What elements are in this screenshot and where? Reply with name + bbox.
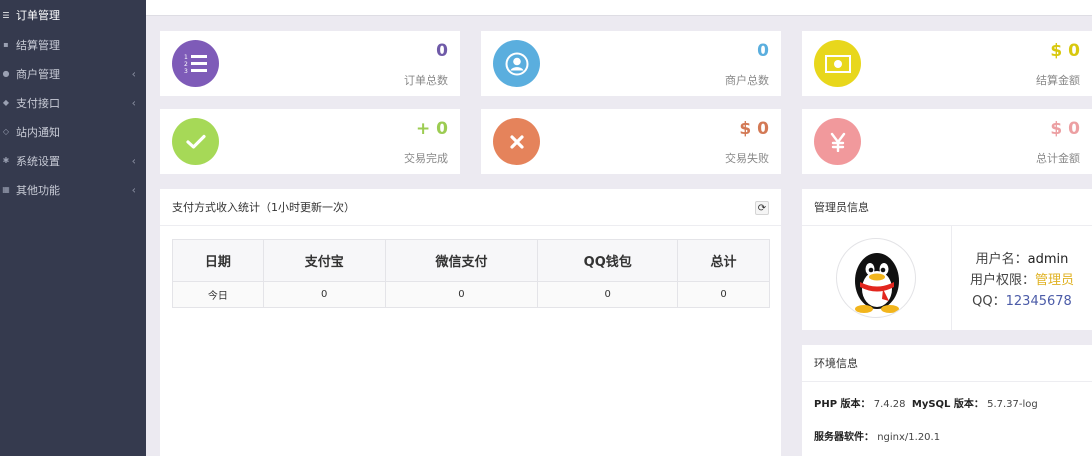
- php-label: PHP 版本：: [814, 399, 871, 410]
- admin-qq: QQ：12345678: [952, 290, 1092, 309]
- env-versions: PHP 版本： 7.4.28 MySQL 版本： 5.7.37-log: [814, 395, 1038, 410]
- env-panel: 环境信息 PHP 版本： 7.4.28 MySQL 版本： 5.7.37-log…: [802, 345, 1092, 456]
- table-row: 今日 0 0 0 0: [172, 281, 770, 308]
- column-header: 支付宝: [262, 239, 386, 282]
- panel-title: 环境信息: [814, 357, 858, 370]
- money-icon: [814, 40, 861, 87]
- admin-role: 用户权限：管理员: [952, 269, 1092, 288]
- sidebar-item-notice[interactable]: ◇ 站内通知: [0, 117, 146, 146]
- svg-text:1: 1: [184, 54, 188, 61]
- panel-title: 管理员信息: [814, 201, 869, 214]
- mysql-label: MySQL 版本：: [911, 399, 984, 410]
- avatar: [836, 238, 916, 318]
- stat-value: 0: [757, 41, 769, 61]
- bell-icon: ◇: [2, 127, 10, 136]
- admin-body: 用户名：admin 用户权限：管理员 QQ：12345678: [802, 226, 1092, 330]
- gear-icon: ✱: [2, 156, 10, 165]
- plug-icon: ◆: [2, 98, 10, 107]
- role-label: 用户权限：: [969, 273, 1035, 288]
- chevron-left-icon: ‹: [131, 96, 136, 109]
- mysql-value: 5.7.37-log: [987, 399, 1038, 410]
- qq-label: QQ：: [972, 294, 1006, 309]
- grid-icon: ▦: [2, 185, 10, 194]
- env-server: 服务器软件： nginx/1.20.1: [814, 428, 940, 443]
- sidebar-item-system[interactable]: ✱ 系统设置 ‹: [0, 146, 146, 175]
- sidebar-item-label: 支付接口: [16, 96, 60, 110]
- user-circle-icon: [493, 40, 540, 87]
- wallet-icon: ▪: [3, 40, 9, 49]
- admin-panel: 管理员信息 用户名：admin 用户权限：管理员 QQ：12345678: [802, 189, 1092, 330]
- stat-value: + 0: [416, 119, 448, 139]
- stat-label: 订单总数: [404, 74, 448, 87]
- income-panel-header: 支付方式收入统计（1小时更新一次） ⟳: [160, 189, 781, 226]
- stat-value: $ 0: [1050, 41, 1080, 61]
- stat-label: 总计金额: [1036, 152, 1080, 165]
- table-cell: 0: [677, 281, 770, 308]
- panel-title: 支付方式收入统计（1小时更新一次）: [172, 201, 355, 214]
- env-panel-header: 环境信息: [802, 345, 1092, 382]
- list-icon: ☰: [2, 10, 10, 20]
- stat-label: 商户总数: [725, 74, 769, 87]
- ordered-list-icon: 1 2 3: [172, 40, 219, 87]
- svg-text:3: 3: [184, 68, 188, 75]
- refresh-icon[interactable]: ⟳: [755, 201, 769, 215]
- sidebar-item-label: 其他功能: [16, 183, 60, 197]
- income-panel: 支付方式收入统计（1小时更新一次） ⟳ 日期 支付宝 微信支付 QQ钱包 总计 …: [160, 189, 781, 456]
- table-cell: 0: [384, 281, 539, 308]
- server-label: 服务器软件：: [814, 432, 874, 443]
- sidebar-item-settlement[interactable]: ▪ 结算管理: [0, 30, 146, 59]
- check-icon: [172, 118, 219, 165]
- sidebar-item-other[interactable]: ▦ 其他功能 ‹: [0, 175, 146, 204]
- sidebar-item-label: 站内通知: [16, 125, 60, 139]
- admin-username: 用户名：admin: [952, 248, 1092, 267]
- stat-label: 交易失败: [725, 152, 769, 165]
- role-value: 管理员: [1035, 273, 1075, 288]
- admin-panel-header: 管理员信息: [802, 189, 1092, 226]
- stat-card-orders: 1 2 3 0 订单总数: [160, 31, 460, 96]
- column-header: 微信支付: [384, 239, 539, 282]
- username-label: 用户名：: [975, 252, 1028, 267]
- stat-card-settlement: $ 0 结算金额: [802, 31, 1092, 96]
- column-header: 总计: [677, 239, 770, 282]
- sidebar-item-label: 系统设置: [16, 154, 60, 168]
- server-value: nginx/1.20.1: [877, 432, 941, 443]
- stat-value: $ 0: [1050, 119, 1080, 139]
- yen-icon: [814, 118, 861, 165]
- chevron-left-icon: ‹: [131, 154, 136, 167]
- table-header-row: 日期 支付宝 微信支付 QQ钱包 总计: [172, 239, 770, 282]
- stat-value: 0: [436, 41, 448, 61]
- svg-text:2: 2: [184, 61, 188, 68]
- sidebar-item-payment[interactable]: ◆ 支付接口 ‹: [0, 88, 146, 117]
- username-value: admin: [1027, 252, 1069, 267]
- sidebar-item-label: 结算管理: [16, 38, 60, 52]
- stat-card-merchants: 0 商户总数: [481, 31, 781, 96]
- stat-card-total: $ 0 总计金额: [802, 109, 1092, 174]
- sidebar-item-label: 订单管理: [16, 9, 60, 22]
- user-icon: ●: [2, 69, 10, 78]
- sidebar-item-label: 商户管理: [16, 67, 60, 81]
- top-bar: [146, 0, 1092, 16]
- income-table: 日期 支付宝 微信支付 QQ钱包 总计 今日 0 0 0 0: [172, 239, 770, 308]
- table-cell: 0: [262, 281, 386, 308]
- chevron-left-icon: ‹: [131, 183, 136, 196]
- sidebar-item-merchants[interactable]: ● 商户管理 ‹: [0, 59, 146, 88]
- qq-value: 12345678: [1005, 294, 1072, 309]
- x-icon: [493, 118, 540, 165]
- chevron-left-icon: ‹: [131, 67, 136, 80]
- php-value: 7.4.28: [873, 399, 906, 410]
- stat-card-failed: $ 0 交易失败: [481, 109, 781, 174]
- stat-label: 交易完成: [404, 152, 448, 165]
- stat-label: 结算金额: [1036, 74, 1080, 87]
- stat-value: $ 0: [739, 119, 769, 139]
- table-cell: 今日: [172, 281, 264, 308]
- sidebar-item-orders[interactable]: ☰ 订单管理: [0, 0, 146, 30]
- sidebar: ☰ 订单管理 ▪ 结算管理 ● 商户管理 ‹ ◆ 支付接口 ‹ ◇ 站内通知 ✱…: [0, 0, 146, 456]
- column-header: QQ钱包: [537, 239, 679, 282]
- stat-card-completed: + 0 交易完成: [160, 109, 460, 174]
- column-header: 日期: [172, 239, 264, 282]
- table-cell: 0: [537, 281, 679, 308]
